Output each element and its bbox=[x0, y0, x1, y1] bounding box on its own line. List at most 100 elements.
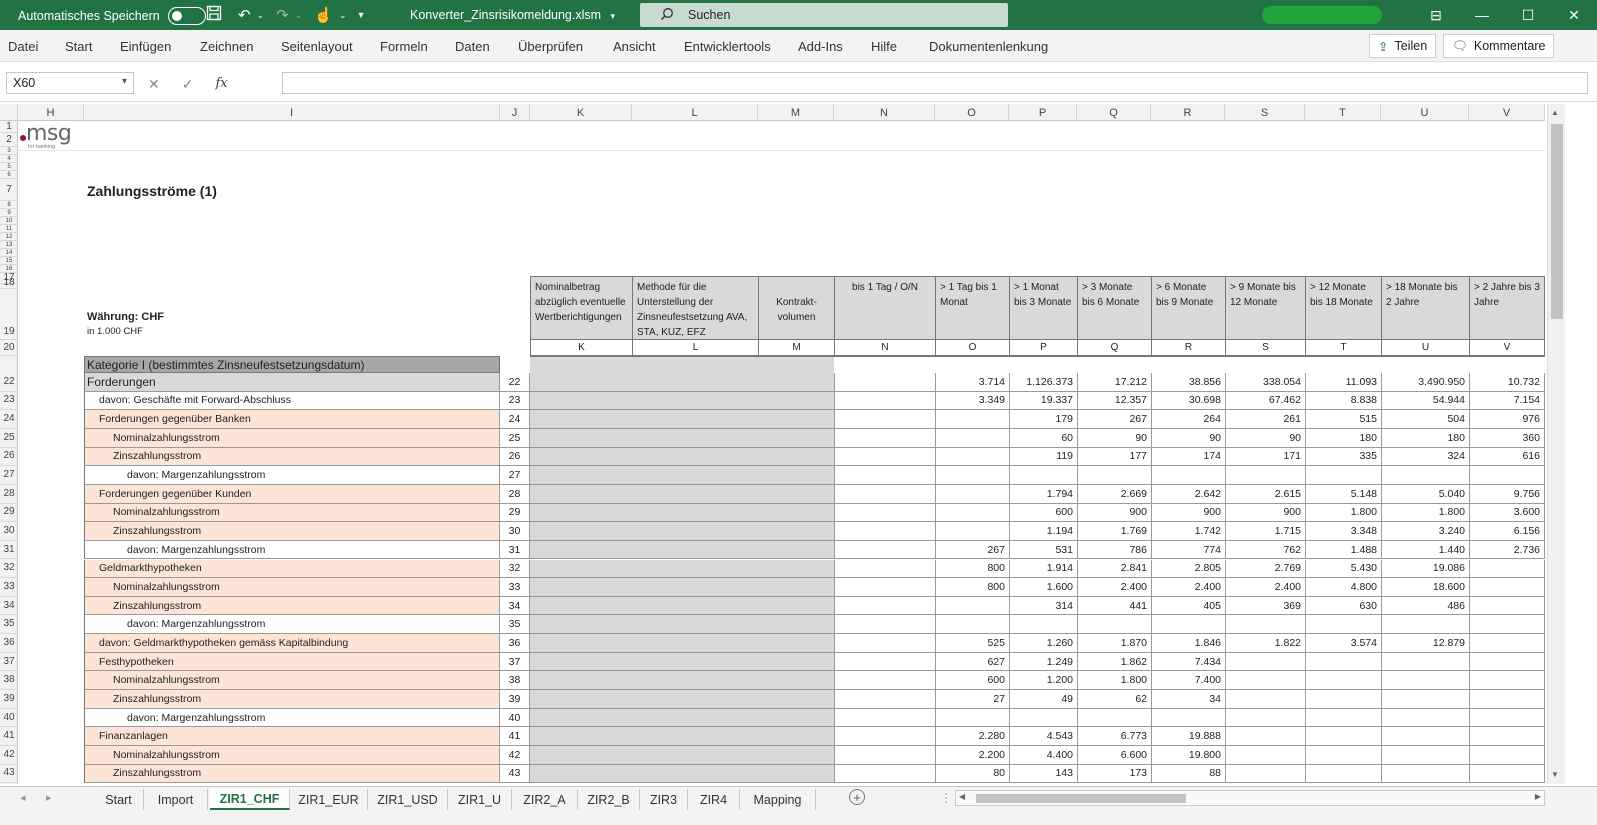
input-cell[interactable] bbox=[632, 410, 759, 429]
row-number[interactable]: 25 bbox=[500, 428, 530, 448]
value-cell[interactable]: 525 bbox=[935, 634, 1010, 653]
value-cell[interactable]: 5.148 bbox=[1305, 484, 1382, 504]
value-cell[interactable]: 27 bbox=[935, 690, 1010, 709]
tab-datei[interactable]: Datei bbox=[8, 39, 38, 54]
value-cell[interactable]: 786 bbox=[1077, 540, 1152, 560]
row-number[interactable]: 23 bbox=[500, 391, 530, 411]
input-cell[interactable] bbox=[632, 466, 759, 485]
row-number[interactable]: 28 bbox=[500, 484, 530, 504]
row-label[interactable]: Forderungen gegenüber Banken bbox=[84, 410, 500, 429]
value-cell[interactable]: 1.249 bbox=[1009, 652, 1078, 672]
value-cell[interactable]: 5.430 bbox=[1305, 559, 1382, 579]
tab-daten[interactable]: Daten bbox=[455, 39, 490, 54]
value-cell[interactable]: 7.400 bbox=[1151, 671, 1226, 691]
row-number[interactable]: 42 bbox=[500, 746, 530, 765]
row-header[interactable]: 2 bbox=[0, 133, 17, 147]
value-cell[interactable] bbox=[1225, 746, 1306, 765]
value-cell[interactable] bbox=[1151, 466, 1226, 485]
row-header[interactable]: 29 bbox=[0, 504, 17, 523]
value-cell[interactable]: 1.800 bbox=[1381, 503, 1470, 523]
tab-ansicht[interactable]: Ansicht bbox=[613, 39, 656, 54]
account-avatar[interactable] bbox=[1262, 6, 1382, 24]
value-cell[interactable] bbox=[1225, 727, 1306, 746]
value-cell[interactable]: 11.093 bbox=[1305, 373, 1382, 392]
value-cell[interactable]: 80 bbox=[935, 764, 1010, 784]
row-header[interactable]: 23 bbox=[0, 392, 17, 411]
value-cell[interactable]: 19.888 bbox=[1151, 727, 1226, 746]
value-cell[interactable]: 2.615 bbox=[1225, 484, 1306, 504]
value-cell[interactable]: 12.357 bbox=[1077, 391, 1152, 411]
tab-seitenlayout[interactable]: Seitenlayout bbox=[281, 39, 353, 54]
cancel-icon[interactable]: ✕ bbox=[148, 76, 160, 93]
file-name[interactable]: Konverter_Zinsrisikomeldung.xlsm ▾ bbox=[410, 8, 615, 22]
input-cell[interactable] bbox=[758, 634, 835, 653]
value-cell[interactable] bbox=[1305, 690, 1382, 709]
redo-icon[interactable]: ↷ bbox=[276, 6, 289, 24]
value-cell[interactable] bbox=[1469, 652, 1545, 672]
row-header[interactable]: 3 bbox=[0, 147, 17, 155]
row-header[interactable]: 24 bbox=[0, 410, 17, 429]
value-cell[interactable] bbox=[1225, 708, 1306, 728]
value-cell[interactable]: 900 bbox=[1151, 503, 1226, 523]
value-cell[interactable]: 2.769 bbox=[1225, 559, 1306, 579]
value-cell[interactable]: 338.054 bbox=[1225, 373, 1306, 392]
value-cell[interactable] bbox=[935, 410, 1010, 429]
sheet-tab-zir3[interactable]: ZIR3 bbox=[640, 789, 688, 810]
value-cell[interactable]: 1.488 bbox=[1305, 540, 1382, 560]
value-cell[interactable]: 1.914 bbox=[1009, 559, 1078, 579]
value-cell[interactable]: 19.086 bbox=[1381, 559, 1470, 579]
row-label[interactable]: Zinszahlungsstrom bbox=[84, 447, 500, 467]
value-cell[interactable]: 90 bbox=[1077, 428, 1152, 448]
value-cell[interactable]: 1.260 bbox=[1009, 634, 1078, 653]
value-cell[interactable]: 143 bbox=[1009, 764, 1078, 784]
input-cell[interactable] bbox=[530, 503, 633, 523]
row-header[interactable]: 34 bbox=[0, 597, 17, 616]
value-cell[interactable]: 19.800 bbox=[1151, 746, 1226, 765]
input-cell[interactable] bbox=[758, 428, 835, 448]
input-cell[interactable] bbox=[530, 652, 633, 672]
input-cell[interactable] bbox=[758, 615, 835, 635]
value-cell[interactable]: 600 bbox=[935, 671, 1010, 691]
row-number[interactable]: 43 bbox=[500, 764, 530, 784]
value-cell[interactable]: 1.194 bbox=[1009, 522, 1078, 541]
value-cell[interactable]: 627 bbox=[935, 652, 1010, 672]
value-cell[interactable]: 2.642 bbox=[1151, 484, 1226, 504]
value-cell[interactable] bbox=[834, 428, 936, 448]
touch-mode-icon[interactable]: ☝ bbox=[314, 6, 333, 24]
row-header[interactable]: 25 bbox=[0, 429, 17, 448]
value-cell[interactable]: 12.879 bbox=[1381, 634, 1470, 653]
input-cell[interactable] bbox=[530, 410, 633, 429]
value-cell[interactable]: 515 bbox=[1305, 410, 1382, 429]
input-cell[interactable] bbox=[632, 373, 759, 392]
input-cell[interactable] bbox=[632, 596, 759, 616]
input-cell[interactable] bbox=[632, 503, 759, 523]
value-cell[interactable]: 360 bbox=[1469, 428, 1545, 448]
row-number[interactable]: 35 bbox=[500, 615, 530, 635]
value-cell[interactable] bbox=[834, 615, 936, 635]
value-cell[interactable]: 2.400 bbox=[1077, 578, 1152, 597]
value-cell[interactable]: 800 bbox=[935, 578, 1010, 597]
value-cell[interactable] bbox=[1469, 596, 1545, 616]
value-cell[interactable] bbox=[1225, 615, 1306, 635]
col-header-m[interactable]: M bbox=[758, 104, 834, 121]
row-number[interactable]: 41 bbox=[500, 727, 530, 746]
input-cell[interactable] bbox=[530, 466, 633, 485]
value-cell[interactable]: 267 bbox=[935, 540, 1010, 560]
worksheet-grid[interactable]: msg for banking Zahlungsströme (1) Währu… bbox=[18, 121, 1545, 784]
input-cell[interactable] bbox=[632, 578, 759, 597]
row-label[interactable]: Zinszahlungsstrom bbox=[84, 596, 500, 616]
value-cell[interactable] bbox=[1305, 746, 1382, 765]
row-header[interactable]: 35 bbox=[0, 615, 17, 635]
row-header[interactable]: 9 bbox=[0, 209, 17, 217]
col-header-o[interactable]: O bbox=[935, 104, 1009, 121]
value-cell[interactable]: 3.490.950 bbox=[1381, 373, 1470, 392]
row-header[interactable]: 1 bbox=[0, 121, 17, 133]
value-cell[interactable]: 180 bbox=[1305, 428, 1382, 448]
input-cell[interactable] bbox=[530, 634, 633, 653]
value-cell[interactable] bbox=[1469, 671, 1545, 691]
input-cell[interactable] bbox=[530, 540, 633, 560]
input-cell[interactable] bbox=[530, 522, 633, 541]
enter-icon[interactable]: ✓ bbox=[182, 76, 194, 93]
row-label[interactable]: davon: Geldmarkthypotheken gemäss Kapita… bbox=[84, 634, 500, 653]
value-cell[interactable] bbox=[834, 578, 936, 597]
